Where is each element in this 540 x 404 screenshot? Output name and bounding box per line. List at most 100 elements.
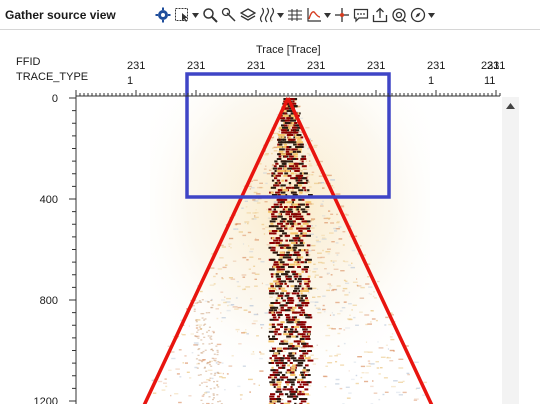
reflection-mark — [337, 332, 341, 335]
ground-roll-mark — [294, 278, 297, 280]
ground-roll-mark — [283, 220, 286, 223]
ground-roll-mark — [279, 261, 285, 264]
ground-roll-mark — [284, 227, 288, 230]
ground-roll-mark — [294, 122, 297, 124]
ground-roll-mark — [274, 374, 280, 376]
ground-roll-mark — [276, 386, 281, 388]
ground-roll-mark — [268, 309, 274, 312]
ground-roll-mark — [300, 381, 307, 384]
reflection-mark — [315, 307, 321, 309]
reflection-mark — [366, 365, 372, 367]
ground-roll-mark — [288, 266, 294, 268]
ground-roll-mark — [302, 232, 307, 235]
scroll-up-button[interactable] — [502, 97, 519, 114]
ground-roll-mark — [302, 222, 309, 225]
ground-roll-mark — [298, 230, 303, 232]
reflection-mark — [336, 289, 338, 291]
ground-roll-mark — [268, 246, 272, 249]
reflection-mark — [215, 308, 219, 310]
reflection-mark — [267, 360, 269, 363]
reflection-mark — [266, 173, 271, 175]
reflection-mark — [273, 188, 277, 191]
reflection-mark — [325, 251, 331, 253]
ground-roll-mark — [289, 239, 294, 242]
reflection-mark — [337, 313, 341, 315]
reflection-mark — [207, 335, 210, 337]
ground-roll-mark — [306, 342, 309, 345]
ground-roll-mark — [290, 388, 294, 391]
ground-roll-mark — [299, 275, 302, 278]
ground-roll-mark — [278, 366, 282, 369]
ground-roll-mark — [289, 218, 293, 220]
ground-roll-mark — [305, 254, 309, 256]
ground-roll-mark — [277, 215, 283, 218]
reflection-mark — [216, 394, 219, 396]
reflection-mark — [200, 313, 203, 315]
reflection-mark — [320, 172, 322, 174]
ground-roll-mark — [287, 328, 290, 331]
ground-roll-mark — [297, 285, 302, 288]
reflection-mark — [311, 174, 314, 176]
ground-roll-mark — [287, 359, 291, 362]
reflection-mark — [193, 310, 196, 312]
reflection-mark — [181, 333, 183, 335]
reflection-mark — [398, 358, 404, 360]
reflection-mark — [335, 301, 340, 304]
reflection-mark — [254, 273, 260, 275]
reflection-mark — [314, 304, 317, 307]
reflection-mark — [365, 372, 369, 374]
reflection-mark — [228, 365, 233, 367]
ground-roll-mark — [284, 172, 289, 175]
reflection-mark — [186, 371, 190, 373]
ground-roll-mark — [278, 213, 281, 216]
reflection-mark — [311, 203, 314, 205]
reflection-mark — [263, 172, 267, 174]
ground-roll-mark — [276, 378, 281, 381]
ground-roll-mark — [278, 244, 284, 247]
reflection-mark — [377, 341, 379, 343]
ground-roll-mark — [271, 246, 276, 249]
reflection-mark — [190, 333, 194, 335]
reflection-mark — [360, 286, 365, 289]
reflection-mark — [195, 324, 198, 327]
vertical-scrollbar[interactable] — [502, 97, 519, 404]
reflection-mark — [317, 312, 322, 314]
ground-roll-mark — [288, 227, 294, 230]
ground-roll-mark — [279, 143, 283, 146]
ground-roll-mark — [285, 314, 290, 316]
reflection-mark — [175, 368, 180, 370]
ground-roll-mark — [273, 330, 278, 333]
ground-roll-mark — [306, 225, 311, 228]
reflection-mark — [349, 314, 351, 316]
ground-roll-mark — [273, 263, 277, 266]
reflection-mark — [217, 268, 223, 270]
reflection-mark — [311, 244, 316, 247]
reflection-mark — [200, 339, 203, 341]
ground-roll-mark — [297, 342, 300, 345]
ground-roll-mark — [300, 297, 304, 300]
reflection-mark — [304, 371, 310, 373]
reflection-mark — [195, 336, 198, 338]
ground-roll-mark — [282, 299, 286, 302]
ground-roll-mark — [269, 395, 275, 398]
reflection-mark — [357, 285, 362, 287]
reflection-mark — [308, 186, 312, 188]
reflection-mark — [202, 393, 205, 396]
ground-roll-mark — [301, 326, 307, 328]
reflection-mark — [237, 330, 238, 333]
ground-roll-mark — [271, 338, 277, 340]
ground-roll-mark — [290, 213, 296, 216]
ground-roll-mark — [283, 117, 286, 120]
ground-roll-mark — [268, 287, 272, 290]
reflection-mark — [317, 288, 319, 290]
ground-roll-mark — [297, 297, 300, 300]
reflection-mark — [333, 186, 335, 189]
reflection-mark — [330, 179, 335, 181]
ground-roll-mark — [276, 158, 282, 160]
reflection-mark — [195, 343, 200, 346]
reflection-mark — [179, 376, 182, 378]
reflection-mark — [385, 316, 389, 319]
ground-roll-mark — [268, 376, 272, 379]
ground-roll-mark — [292, 306, 297, 309]
seismic-gather-plot[interactable]: 0 400 800 1200 — [0, 0, 540, 404]
